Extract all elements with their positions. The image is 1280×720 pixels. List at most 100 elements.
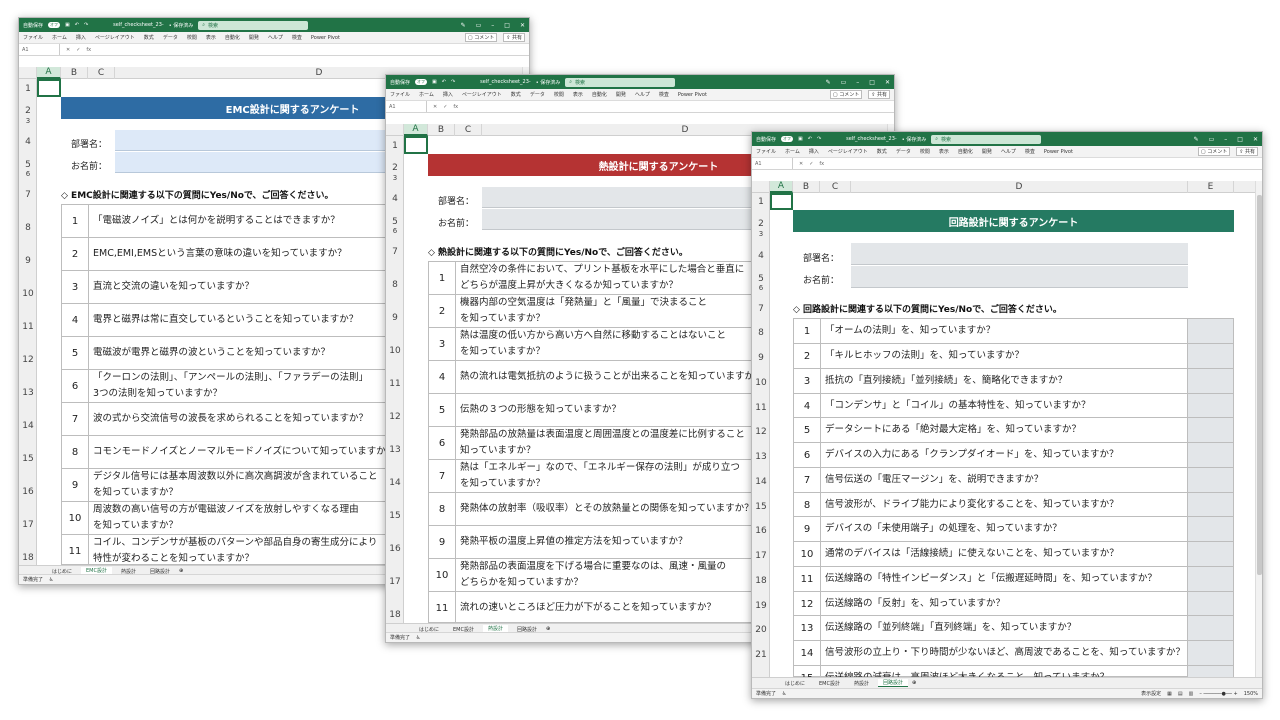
row-number[interactable]: 16 (386, 544, 404, 554)
row-number[interactable]: 10 (752, 378, 770, 388)
minimize-button[interactable]: – (491, 22, 494, 29)
row-number[interactable]: 20 (752, 625, 770, 635)
row-number[interactable]: 14 (752, 477, 770, 487)
menu-file[interactable]: ファイル (390, 91, 410, 98)
search-box[interactable]: ⌕ 検索 (565, 77, 676, 87)
row-number[interactable]: 6 (386, 227, 404, 235)
ribbon-icon[interactable]: ▭ (476, 22, 482, 29)
row-number[interactable]: 11 (752, 403, 770, 413)
row-number[interactable]: 17 (752, 551, 770, 561)
column-header-b[interactable]: B (793, 181, 820, 193)
row-number[interactable]: 9 (386, 313, 404, 323)
row-number[interactable]: 8 (752, 328, 770, 338)
row-number[interactable]: 21 (752, 650, 770, 660)
name-box[interactable]: A1 (755, 158, 793, 169)
menu-view[interactable]: 表示 (206, 34, 216, 41)
menu-inspect[interactable]: 検査 (659, 91, 669, 98)
row-number[interactable]: 7 (19, 190, 37, 200)
answer-cell[interactable] (1187, 567, 1233, 591)
undo-icon[interactable]: ↶ (442, 79, 446, 85)
column-header-a[interactable]: A (37, 67, 61, 79)
save-icon[interactable]: ▣ (798, 136, 803, 142)
row-number[interactable]: 11 (19, 322, 37, 332)
pen-icon[interactable]: ✎ (461, 22, 466, 29)
maximize-button[interactable]: □ (869, 79, 875, 86)
tab-intro[interactable]: はじめに (780, 680, 810, 687)
display-settings[interactable]: 表示設定 (1141, 690, 1161, 697)
save-icon[interactable]: ▣ (65, 22, 70, 28)
menu-review[interactable]: 校閲 (554, 91, 564, 98)
menu-automate[interactable]: 自動化 (225, 34, 240, 41)
answer-cell[interactable] (1187, 369, 1233, 393)
close-button[interactable]: ✕ (885, 79, 890, 86)
row-number[interactable]: 5 (386, 217, 404, 227)
row-number[interactable]: 15 (19, 454, 37, 464)
answer-cell[interactable] (1187, 394, 1233, 418)
redo-icon[interactable]: ↷ (817, 136, 821, 142)
menu-developer[interactable]: 開発 (982, 148, 992, 155)
column-header-c[interactable]: C (455, 124, 482, 136)
menu-developer[interactable]: 開発 (616, 91, 626, 98)
menu-page-layout[interactable]: ページレイアウト (95, 34, 135, 41)
menu-review[interactable]: 校閲 (187, 34, 197, 41)
menu-data[interactable]: データ (163, 34, 178, 41)
menu-power-pivot[interactable]: Power Pivot (678, 92, 707, 98)
accessibility-icon[interactable]: ♿ (416, 635, 420, 641)
menu-formulas[interactable]: 数式 (511, 91, 521, 98)
function-icon[interactable]: fx (819, 161, 824, 167)
row-number[interactable]: 4 (386, 194, 404, 204)
menu-data[interactable]: データ (896, 148, 911, 155)
row-number[interactable]: 3 (752, 230, 770, 238)
column-header-a[interactable]: A (404, 124, 428, 136)
menu-formulas[interactable]: 数式 (144, 34, 154, 41)
answer-cell[interactable] (1187, 344, 1233, 368)
name-box[interactable]: A1 (389, 101, 427, 112)
menu-power-pivot[interactable]: Power Pivot (311, 35, 340, 41)
search-box[interactable]: ⌕ 検索 (931, 134, 1042, 144)
function-icon[interactable]: fx (86, 47, 91, 53)
column-header-a[interactable]: A (770, 181, 793, 193)
menu-home[interactable]: ホーム (785, 148, 800, 155)
pen-icon[interactable]: ✎ (1194, 136, 1199, 143)
maximize-button[interactable]: □ (504, 22, 510, 29)
answer-cell[interactable] (1187, 493, 1233, 517)
row-number[interactable]: 5 (19, 160, 37, 170)
comment-button[interactable]: ▢ コメント (1197, 147, 1231, 156)
menu-insert[interactable]: 挿入 (809, 148, 819, 155)
answer-cell[interactable] (1187, 418, 1233, 442)
menu-file[interactable]: ファイル (23, 34, 43, 41)
zoom-level[interactable]: 150% (1244, 691, 1258, 697)
row-number[interactable]: 19 (752, 601, 770, 611)
enter-icon[interactable]: ✓ (443, 104, 447, 110)
vertical-scrollbar[interactable] (1255, 181, 1262, 677)
menu-home[interactable]: ホーム (419, 91, 434, 98)
row-number[interactable]: 15 (386, 511, 404, 521)
autosave-toggle[interactable]: オフ (781, 136, 794, 142)
answer-cell[interactable] (1187, 517, 1233, 541)
autosave-toggle[interactable]: オフ (415, 79, 428, 85)
column-header-b[interactable]: B (428, 124, 455, 136)
menu-automate[interactable]: 自動化 (592, 91, 607, 98)
menu-data[interactable]: データ (530, 91, 545, 98)
answer-cell[interactable] (1187, 641, 1233, 665)
menu-automate[interactable]: 自動化 (958, 148, 973, 155)
redo-icon[interactable]: ↷ (84, 22, 88, 28)
redo-icon[interactable]: ↷ (451, 79, 455, 85)
undo-icon[interactable]: ↶ (808, 136, 812, 142)
row-number[interactable]: 16 (19, 487, 37, 497)
selected-cell-a1[interactable] (770, 193, 793, 210)
autosave-toggle[interactable]: オフ (48, 22, 61, 28)
department-field[interactable] (851, 243, 1188, 265)
page-layout-view-icon[interactable]: ▤ (1178, 691, 1183, 697)
row-number[interactable]: 11 (386, 379, 404, 389)
tab-circuit[interactable]: 回路設計 (878, 679, 909, 687)
menu-insert[interactable]: 挿入 (443, 91, 453, 98)
row-number[interactable]: 18 (19, 553, 37, 563)
row-number[interactable]: 1 (752, 197, 770, 207)
column-header-c[interactable]: C (88, 67, 115, 79)
answer-cell[interactable] (1187, 592, 1233, 616)
menu-inspect[interactable]: 検査 (292, 34, 302, 41)
page-break-view-icon[interactable]: ▥ (1189, 691, 1194, 697)
answer-cell[interactable] (1187, 319, 1233, 343)
row-number[interactable]: 9 (19, 256, 37, 266)
